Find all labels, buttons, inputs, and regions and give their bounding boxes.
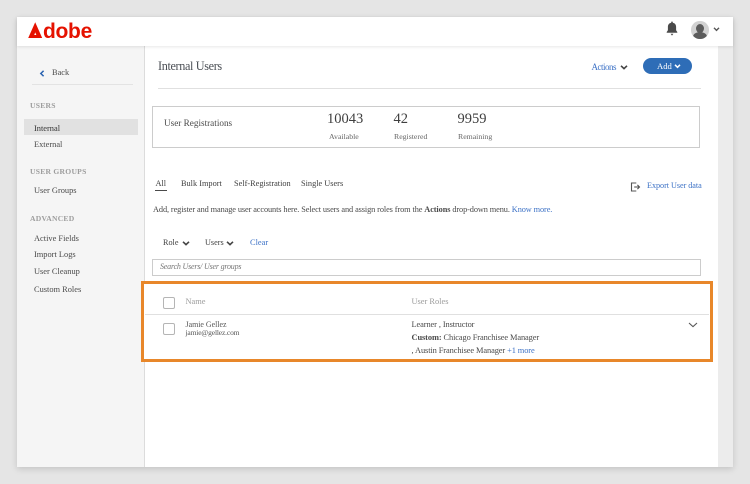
- svg-text:dobe: dobe: [43, 21, 92, 41]
